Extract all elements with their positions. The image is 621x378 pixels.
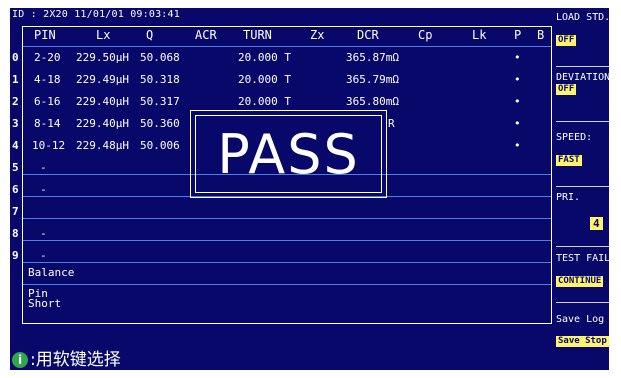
cell-pin: - [40,227,47,240]
pri-value-button[interactable]: 4 [590,217,603,230]
softkey-divider [556,246,609,247]
header-lk: Lk [472,28,487,42]
cell-dcr: 365.80mΩ [346,95,399,108]
cell-p: • [514,73,521,86]
cell-p: • [514,51,521,64]
row-number: 7 [12,205,19,218]
row-number: 5 [12,161,19,174]
row-divider [23,262,551,263]
cell-lx: 229.40μH [76,95,129,108]
header-zx: Zx [310,28,325,42]
row-number: 0 [12,51,19,64]
info-icon: i [12,352,28,368]
load-std-value-button[interactable]: OFF [556,35,577,46]
cell-turn: 20.000 T [238,51,291,64]
speed-label: SPEED: [556,132,593,143]
pri-label: PRI. [556,192,581,203]
cell-p: • [514,139,521,152]
cell-pin: 2-20 [34,51,61,64]
cell-q: 50.317 [140,95,180,108]
deviation-value-button[interactable]: OFF [556,84,577,95]
save-log-button[interactable]: Save Log [556,314,604,325]
cell-q: 50.318 [140,73,180,86]
cell-turn: 20.000 T [238,95,291,108]
row-number: 8 [12,227,19,240]
header-lx: Lx [96,28,111,42]
softkey-divider [556,121,609,122]
load-std-label: LOAD STD. [556,12,609,23]
row-number: 1 [12,73,19,86]
balance-label: Balance [28,266,75,279]
cell-dcr: 365.79mΩ [346,73,399,86]
row-divider [23,218,551,219]
row-number: 6 [12,183,19,196]
row-number: 2 [12,95,19,108]
header-turn: TURN [243,28,272,42]
cell-lx: 229.48μH [76,139,129,152]
cell-pin: - [40,249,47,262]
row-number: 3 [12,117,19,130]
row-number: 4 [12,139,19,152]
row-divider [23,46,551,47]
cell-p: • [514,95,521,108]
cell-lx: 229.50μH [76,51,129,64]
softkey-sidebar: LOAD STD. OFF DEVIATION OFF SPEED: FAST … [556,8,609,370]
pass-text: PASS [195,115,382,193]
header-q: Q [146,28,154,42]
cell-lx: 229.49μH [76,73,129,86]
softkey-divider [556,186,609,187]
test-fail-value-button[interactable]: CONTINUE [556,276,604,287]
cell-q: 50.068 [140,51,180,64]
cell-pin: 10-12 [32,139,66,152]
footer-text: :用软键选择 [30,350,121,370]
header-cp: Cp [418,28,433,42]
lcr-screen: ID : 2X20 11/01/01 09:03:41 PIN Lx Q ACR… [10,8,609,370]
save-stop-button[interactable]: Save Stop [556,336,609,347]
deviation-label: DEVIATION [556,72,609,83]
cell-turn: 20.000 T [238,73,291,86]
test-fail-label: TEST FAIL [556,253,609,264]
header-p: P [514,28,522,42]
softkey-divider [556,302,609,303]
row-divider [23,284,551,285]
header-acr: ACR [195,28,217,42]
softkey-divider [556,66,609,67]
pass-dialog: PASS [190,110,387,198]
row-divider [23,240,551,241]
cell-pin: 4-18 [34,73,61,86]
header-pin: PIN [34,28,56,42]
speed-value-button[interactable]: FAST [556,155,582,166]
footer-hint: i:用软键选择 [12,345,121,370]
short-label: Short [28,297,62,310]
title-bar: ID : 2X20 11/01/01 09:03:41 [12,9,180,20]
cell-q: 50.360 [140,117,180,130]
cell-dcr: 365.87mΩ [346,51,399,64]
header-dcr: DCR [357,28,379,42]
cell-q: 50.006 [140,139,180,152]
cell-pin: 8-14 [34,117,61,130]
header-b: B [537,28,545,42]
cell-pin: - [40,183,47,196]
cell-p: • [514,117,521,130]
cell-dcr: R [388,117,395,130]
cell-pin: - [40,161,47,174]
cell-pin: 6-16 [34,95,61,108]
row-number: 9 [12,249,19,262]
cell-lx: 229.40μH [76,117,129,130]
